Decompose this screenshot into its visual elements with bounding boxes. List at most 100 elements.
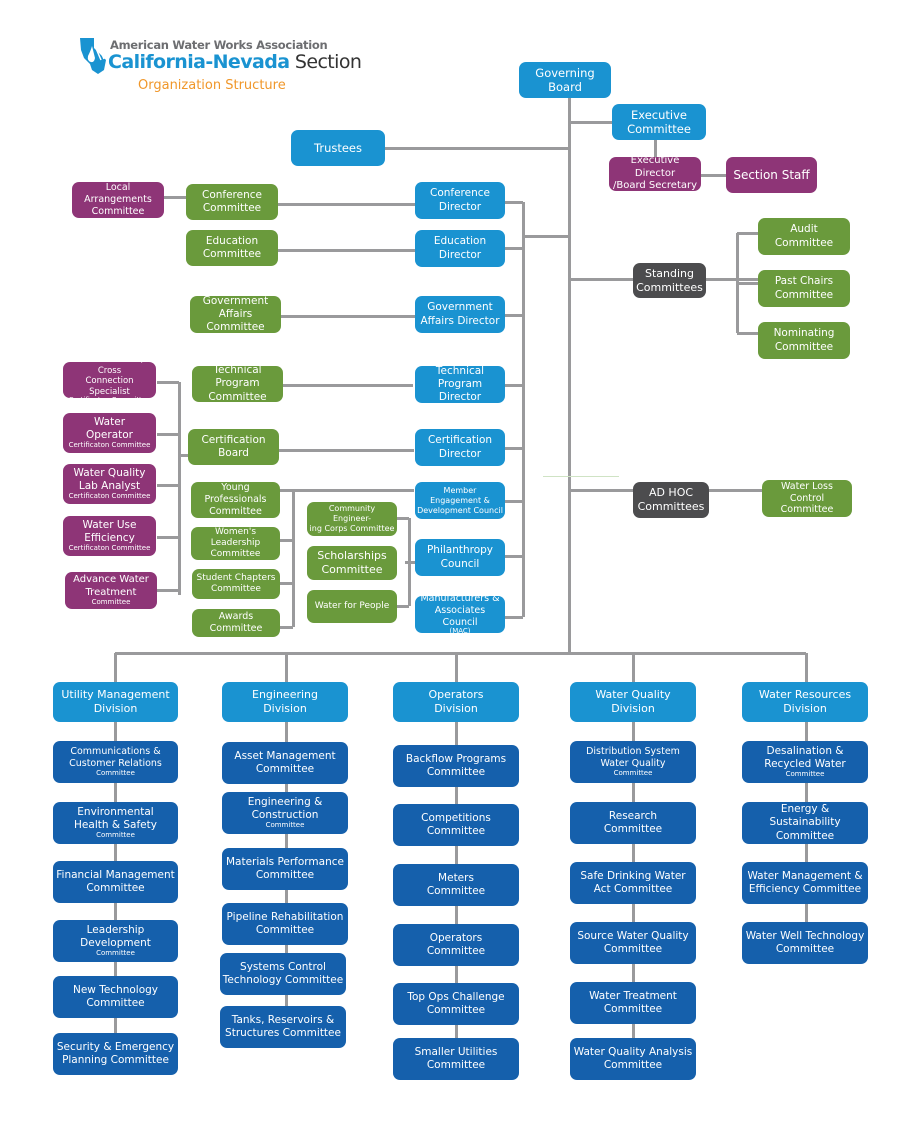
box-competitions-committee[interactable]: Competitions Committee xyxy=(393,804,519,846)
standing-committees[interactable]: Standing Committees xyxy=(633,263,706,298)
box-label-line: Water Treatment xyxy=(589,989,677,1002)
box-label-line: Act Committee xyxy=(593,883,673,895)
box-label-line: Distribution System xyxy=(586,746,680,758)
box-energy-sustainability-committee[interactable]: Energy & Sustainability Committee xyxy=(742,802,868,844)
director-government-affairs-director[interactable]: Government Affairs Director xyxy=(415,296,505,333)
box-label-line: Technology Committee xyxy=(222,974,344,986)
box-research-committee[interactable]: Research Committee xyxy=(570,802,696,844)
box-label-line: Certification xyxy=(201,433,266,446)
box-backflow-tester-cross-connection-specialist-certificaton-committee[interactable]: Backflow Tester/ Cross Connection Special… xyxy=(63,355,156,404)
connector-line xyxy=(805,653,808,683)
governing-board[interactable]: Governing Board xyxy=(519,62,611,98)
box-communications-customer-relations-committee[interactable]: Communications & Customer Relations Commit… xyxy=(53,741,178,783)
box-water-well-technology-committee[interactable]: Water Well Technology Committee xyxy=(742,922,868,964)
box-water-quality-analysis-committee[interactable]: Water Quality Analysis Committee xyxy=(570,1038,696,1080)
section-staff[interactable]: Section Staff xyxy=(726,157,817,193)
box-label-line: Pipeline Rehabilitation xyxy=(226,910,344,923)
box-women-s-leadership-committee[interactable]: Women's Leadership Committee xyxy=(191,527,280,560)
box-security-emergency-planning-committee[interactable]: Security & Emergency Planning Committee xyxy=(53,1033,178,1075)
box-label-line: Committee xyxy=(774,340,834,353)
connector-line xyxy=(632,653,635,683)
box-environmental-health-safety-committee[interactable]: Environmental Health & Safety Committee xyxy=(53,802,178,844)
box-label-line: Government xyxy=(427,301,493,314)
connector-line xyxy=(157,381,179,384)
division-engineering-division[interactable]: Engineering Division xyxy=(222,682,348,722)
box-distribution-system-water-quality-committee[interactable]: Distribution System Water Quality Committe… xyxy=(570,741,696,783)
box-label-line: Water Well Technology xyxy=(745,929,865,942)
box-water-treatment-committee[interactable]: Water Treatment Committee xyxy=(570,982,696,1024)
box-pipeline-rehabilitation-committee[interactable]: Pipeline Rehabilitation Committee xyxy=(222,903,348,945)
box-tanks-reservoirs-structures-committee[interactable]: Tanks, Reservoirs & Structures Committee xyxy=(220,1006,346,1048)
box-engineering-construction-committee[interactable]: Engineering & Construction Committee xyxy=(222,792,348,834)
box-label-line: Division xyxy=(434,702,478,715)
division-utility-management-division[interactable]: Utility Management Division xyxy=(53,682,178,722)
box-backflow-programs-committee[interactable]: Backflow Programs Committee xyxy=(393,745,519,787)
box-systems-control-technology-committee[interactable]: Systems Control Technology Committee xyxy=(220,953,346,995)
box-community-engineer-ing-corps-committee[interactable]: Community Engineer-ing Corps Committee xyxy=(307,502,397,536)
box-label-line: Committee xyxy=(426,1059,486,1071)
box-financial-management-committee[interactable]: Financial Management Committee xyxy=(53,861,178,903)
box-advance-water-treatment-committee[interactable]: Advance Water Treatment Committee xyxy=(65,572,157,609)
box-source-water-quality-committee[interactable]: Source Water Quality Committee xyxy=(570,922,696,964)
box-student-chapters-committee[interactable]: Student Chapters Committee xyxy=(192,569,280,599)
connector-line xyxy=(706,278,758,281)
connector-line xyxy=(697,174,726,177)
box-label-line: Operators xyxy=(429,931,483,944)
box-label-line: Water Management & xyxy=(747,869,863,882)
director-member-engagement-development-council[interactable]: Member Engagement & Development Council xyxy=(415,482,505,519)
division-water-resources-division[interactable]: Water Resources Division xyxy=(742,682,868,722)
director-certification-director[interactable]: Certification Director xyxy=(415,429,505,466)
box-water-for-people[interactable]: Water for People xyxy=(307,590,397,623)
box-asset-management-committee[interactable]: Asset Management Committee xyxy=(222,742,348,784)
box-label-line: Committee xyxy=(91,598,131,607)
division-operators-division[interactable]: Operators Division xyxy=(393,682,519,722)
executive-committee[interactable]: Executive Committee xyxy=(612,104,706,140)
box-new-technology-committee[interactable]: New Technology Committee xyxy=(53,976,178,1018)
director-conference-director[interactable]: Conference Director xyxy=(415,182,505,219)
trustees[interactable]: Trustees xyxy=(291,130,385,166)
box-past-chairs-committee[interactable]: Past Chairs Committee xyxy=(758,270,850,307)
box-meters-committee[interactable]: Meters Committee xyxy=(393,864,519,906)
box-label-line: Past Chairs xyxy=(774,275,834,288)
box-water-management-efficiency-committee[interactable]: Water Management & Efficiency Committee xyxy=(742,862,868,904)
box-label-line: Division xyxy=(611,702,655,715)
box-leadership-development-committee[interactable]: Leadership Development Committee xyxy=(53,920,178,962)
box-safe-drinking-water-act-committee[interactable]: Safe Drinking Water Act Committee xyxy=(570,862,696,904)
connector-line xyxy=(568,97,571,655)
box-smaller-utilities-committee[interactable]: Smaller Utilities Committee xyxy=(393,1038,519,1080)
box-water-operator-certificaton-committee[interactable]: Water Operator Certificaton Committee xyxy=(63,413,156,453)
box-label-line: Member xyxy=(443,485,477,495)
box-education-committee[interactable]: Education Committee xyxy=(186,230,278,266)
division-water-quality-division[interactable]: Water Quality Division xyxy=(570,682,696,722)
box-audit-committee[interactable]: Audit Committee xyxy=(758,218,850,255)
box-water-quality-lab-analyst-certificaton-committee[interactable]: Water Quality Lab Analyst Certificaton Com… xyxy=(63,464,156,504)
box-young-professionals-committee[interactable]: Young Professionals Committee xyxy=(191,482,280,518)
adhoc-committees[interactable]: AD HOC Committees xyxy=(633,482,709,518)
box-awards-committee[interactable]: Awards Committee xyxy=(192,609,280,637)
connector-line xyxy=(505,447,523,450)
box-nominating-committee[interactable]: Nominating Committee xyxy=(758,322,850,359)
box-label-line: Young Professionals xyxy=(204,482,267,506)
director-education-director[interactable]: Education Director xyxy=(415,230,505,267)
director-manufacturers-associates-council-mac[interactable]: Manufacturers & Associates Council (MAC) xyxy=(415,593,505,635)
box-top-ops-challenge-committee[interactable]: Top Ops Challenge Committee xyxy=(393,983,519,1025)
box-conference-committee[interactable]: Conference Committee xyxy=(186,184,278,220)
director-technical-program-director[interactable]: Technical Program Director xyxy=(415,365,505,403)
box-materials-performance-committee[interactable]: Materials Performance Committee xyxy=(222,848,348,890)
box-label-line: Technical Program xyxy=(213,364,262,390)
box-label-line: Certificaton Committee xyxy=(68,544,151,553)
box-government-affairs-committee[interactable]: Government Affairs Committee xyxy=(190,295,281,333)
director-philanthropy-council[interactable]: Philanthropy Council xyxy=(415,539,505,576)
box-desalination-recycled-water-committee[interactable]: Desalination & Recycled Water Committee xyxy=(742,741,868,783)
box-label-line: Structures Committee xyxy=(225,1027,341,1039)
executive-director[interactable]: Executive Director/Board Secretary xyxy=(609,155,701,191)
box-scholarships-committee[interactable]: Scholarships Committee xyxy=(307,546,397,580)
box-label-line: Committee xyxy=(603,1059,663,1071)
box-certification-board[interactable]: Certification Board xyxy=(188,429,279,465)
box-local-arrangements-committee[interactable]: Local Arrangements Committee xyxy=(72,182,164,218)
box-water-loss-control-committee[interactable]: Water Loss Control Committee xyxy=(762,480,852,517)
page-subtitle: Organization Structure xyxy=(138,78,286,93)
box-water-use-efficiency-certificaton-committee[interactable]: Water Use Efficiency Certificaton Committe… xyxy=(63,516,156,556)
box-technical-program-committee[interactable]: Technical Program Committee xyxy=(192,364,283,403)
box-operators-committee[interactable]: Operators Committee xyxy=(393,924,519,966)
